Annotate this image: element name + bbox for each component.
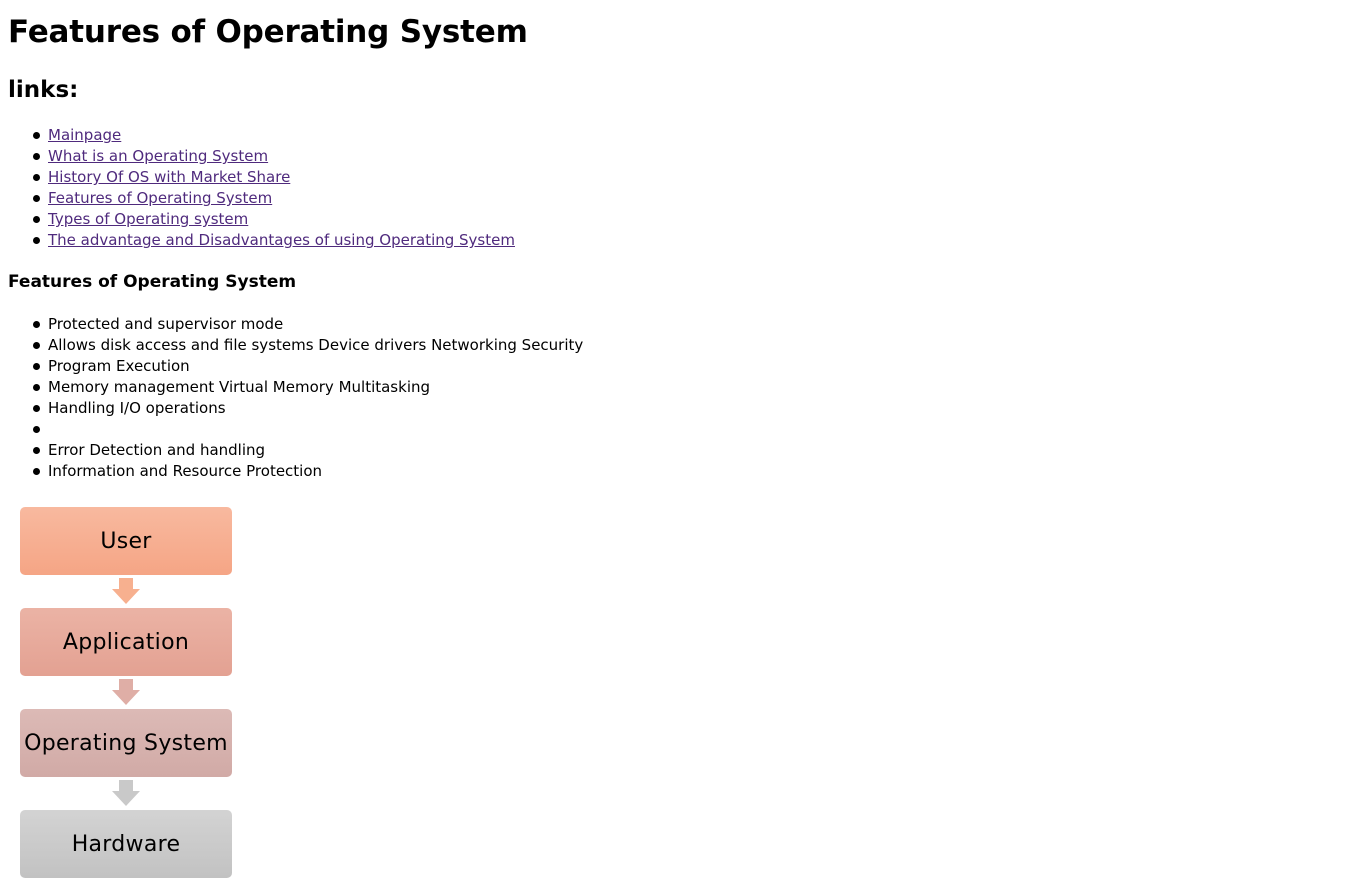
list-item: Protected and supervisor mode — [33, 314, 583, 335]
down-arrow-shape — [112, 780, 140, 806]
link-what-is-os[interactable]: What is an Operating System — [48, 147, 268, 165]
feature-text: Handling I/O operations — [48, 399, 226, 417]
link-history[interactable]: History Of OS with Market Share — [48, 168, 290, 186]
bullet-icon — [33, 384, 40, 391]
link-mainpage[interactable]: Mainpage — [48, 126, 121, 144]
feature-text: Error Detection and handling — [48, 441, 266, 459]
bullet-icon — [33, 468, 40, 475]
bullet-icon — [33, 426, 40, 433]
list-item: Program Execution — [33, 356, 583, 377]
list-item: History Of OS with Market Share — [33, 167, 515, 188]
bullet-icon — [33, 132, 40, 139]
diagram-box-user: User — [20, 507, 232, 575]
bullet-icon — [33, 447, 40, 454]
down-arrow-shape — [112, 578, 140, 604]
feature-text: Memory management Virtual Memory Multita… — [48, 378, 431, 396]
diagram-box-application: Application — [20, 608, 232, 676]
links-list: Mainpage What is an Operating System His… — [8, 125, 515, 251]
bullet-icon — [33, 174, 40, 181]
feature-text: Program Execution — [48, 357, 190, 375]
link-advantages[interactable]: The advantage and Disadvantages of using… — [48, 231, 515, 249]
features-list: Protected and supervisor mode Allows dis… — [8, 314, 583, 482]
bullet-icon — [33, 195, 40, 202]
list-item: Features of Operating System — [33, 188, 515, 209]
bullet-icon — [33, 342, 40, 349]
down-arrow-icon — [112, 679, 140, 705]
down-arrow-icon — [112, 578, 140, 604]
bullet-icon — [33, 321, 40, 328]
feature-text: Allows disk access and file systems Devi… — [48, 336, 584, 354]
list-item: Memory management Virtual Memory Multita… — [33, 377, 583, 398]
bullet-icon — [33, 405, 40, 412]
list-item: What is an Operating System — [33, 146, 515, 167]
feature-text: Information and Resource Protection — [48, 462, 323, 480]
list-item: Types of Operating system — [33, 209, 515, 230]
features-heading: Features of Operating System — [8, 272, 297, 292]
list-item — [33, 419, 583, 440]
bullet-icon — [33, 153, 40, 160]
bullet-icon — [33, 216, 40, 223]
list-item: Mainpage — [33, 125, 515, 146]
list-item: Error Detection and handling — [33, 440, 583, 461]
page-title: Features of Operating System — [8, 14, 528, 50]
list-item: The advantage and Disadvantages of using… — [33, 230, 515, 251]
list-item: Allows disk access and file systems Devi… — [33, 335, 584, 356]
links-heading: links: — [8, 77, 79, 103]
diagram-box-hardware: Hardware — [20, 810, 232, 878]
down-arrow-icon — [112, 780, 140, 806]
list-item: Handling I/O operations — [33, 398, 583, 419]
bullet-icon — [33, 363, 40, 370]
list-item: Information and Resource Protection — [33, 461, 583, 482]
diagram-box-operating-system: Operating System — [20, 709, 232, 777]
link-features[interactable]: Features of Operating System — [48, 189, 272, 207]
link-types[interactable]: Types of Operating system — [48, 210, 248, 228]
down-arrow-shape — [112, 679, 140, 705]
feature-text: Protected and supervisor mode — [48, 315, 284, 333]
bullet-icon — [33, 237, 40, 244]
